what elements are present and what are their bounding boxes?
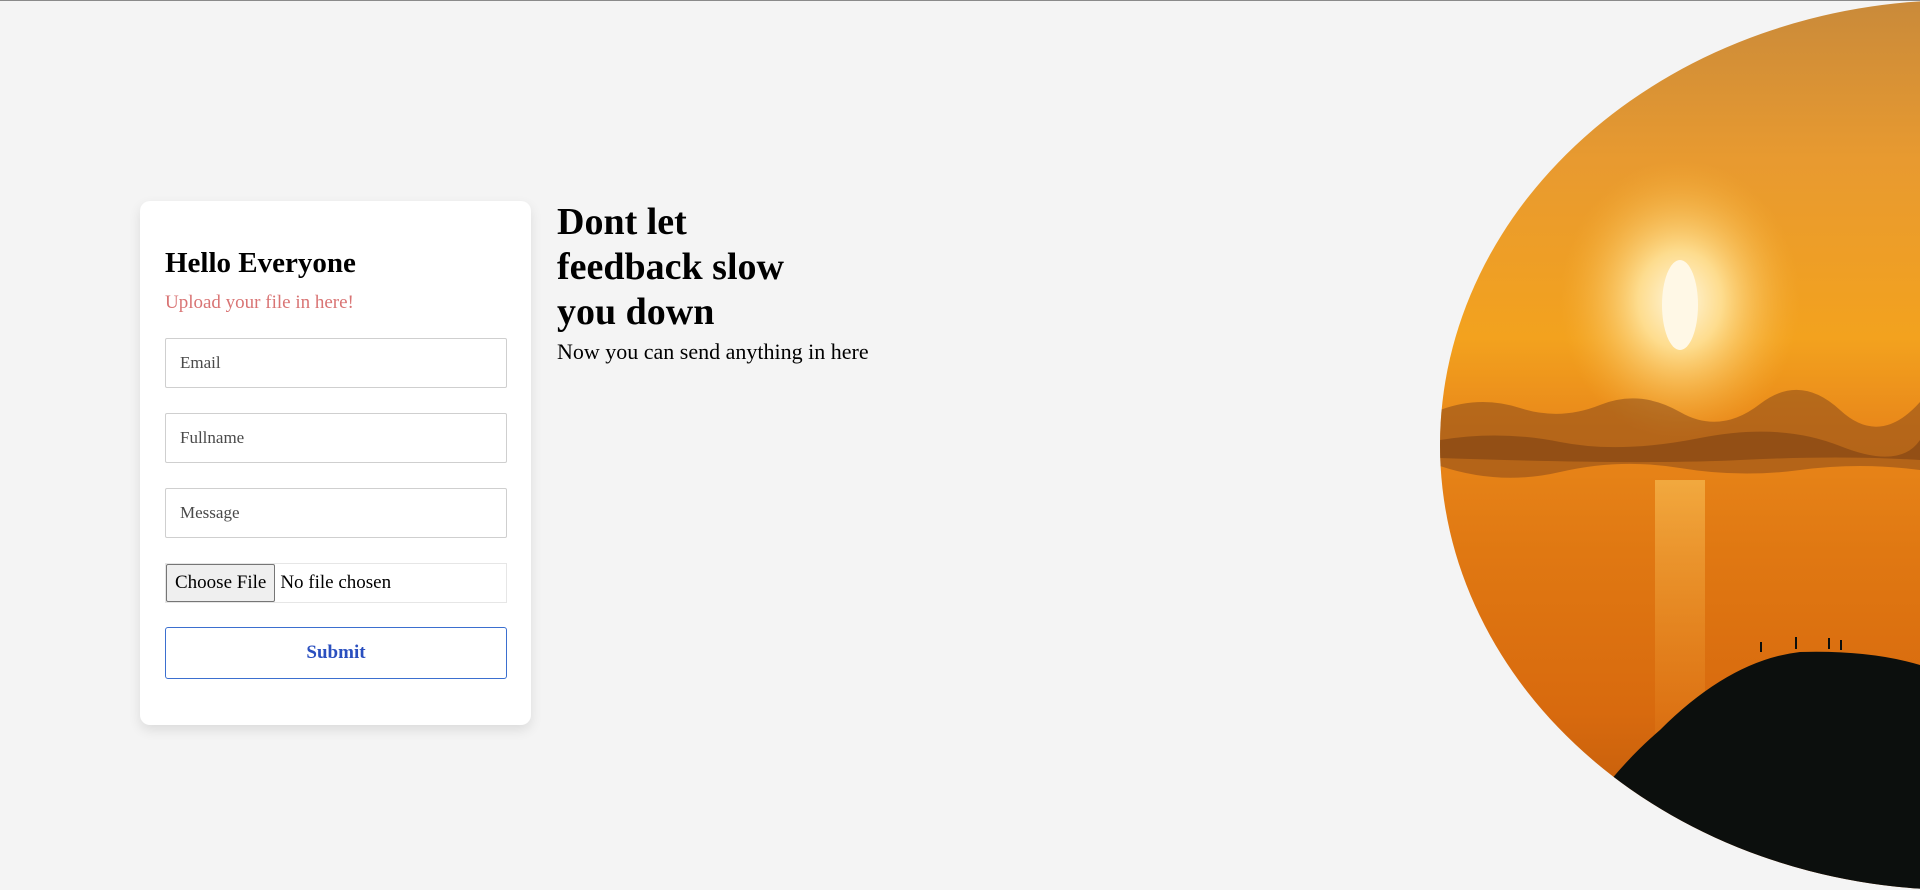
file-status-text: No file chosen — [280, 572, 392, 593]
hero-headline: Dont let feedback slow you down — [557, 200, 817, 335]
headline-line-1: Dont let — [557, 201, 687, 243]
message-input[interactable] — [165, 488, 507, 538]
form-title: Hello Everyone — [165, 247, 356, 279]
hero-tagline: Now you can send anything in here — [557, 339, 869, 364]
headline-line-2: feedback slow — [557, 246, 784, 288]
file-input[interactable]: Choose File No file chosen — [165, 563, 507, 603]
email-input[interactable] — [165, 338, 507, 388]
form-subtitle: Upload your file in here! — [165, 292, 354, 313]
upload-form-card: Hello Everyone Upload your file in here!… — [140, 201, 531, 725]
choose-file-button[interactable]: Choose File — [166, 564, 276, 602]
headline-line-3: you down — [557, 291, 715, 333]
sunset-hero-image — [1440, 0, 1920, 890]
fullname-input[interactable] — [165, 413, 507, 463]
submit-button[interactable]: Submit — [165, 627, 507, 679]
